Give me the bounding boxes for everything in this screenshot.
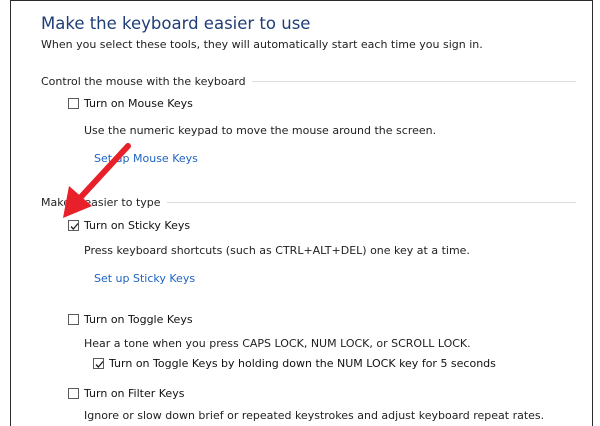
group-header-mouse: Control the mouse with the keyboard <box>41 75 576 88</box>
toggle-keys-numlock-checkbox[interactable]: Turn on Toggle Keys by holding down the … <box>93 357 496 370</box>
page-subtitle: When you select these tools, they will a… <box>41 38 483 51</box>
checkbox-unchecked[interactable] <box>68 98 79 109</box>
group-divider <box>166 202 576 203</box>
page-title: Make the keyboard easier to use <box>41 14 311 33</box>
toggle-keys-label: Turn on Toggle Keys <box>84 313 193 326</box>
checkbox-unchecked[interactable] <box>68 388 79 399</box>
filter-keys-checkbox[interactable]: Turn on Filter Keys <box>68 387 184 400</box>
red-arrow-icon <box>63 143 131 218</box>
mouse-keys-label: Turn on Mouse Keys <box>84 97 193 110</box>
sticky-keys-description: Press keyboard shortcuts (such as CTRL+A… <box>84 244 470 257</box>
mouse-keys-description: Use the numeric keypad to move the mouse… <box>84 124 437 137</box>
group-header-mouse-label: Control the mouse with the keyboard <box>41 75 246 88</box>
checkbox-unchecked[interactable] <box>68 314 79 325</box>
filter-keys-description: Ignore or slow down brief or repeated ke… <box>84 409 545 422</box>
checkmark-icon <box>95 361 104 368</box>
checkbox-checked[interactable] <box>93 358 104 369</box>
toggle-keys-description: Hear a tone when you press CAPS LOCK, NU… <box>84 337 471 350</box>
mouse-keys-checkbox[interactable]: Turn on Mouse Keys <box>68 97 193 110</box>
group-divider <box>251 81 576 82</box>
toggle-keys-numlock-label: Turn on Toggle Keys by holding down the … <box>109 357 496 370</box>
toggle-keys-checkbox[interactable]: Turn on Toggle Keys <box>68 313 193 326</box>
filter-keys-label: Turn on Filter Keys <box>84 387 185 400</box>
setup-sticky-keys-link[interactable]: Set up Sticky Keys <box>94 272 195 285</box>
